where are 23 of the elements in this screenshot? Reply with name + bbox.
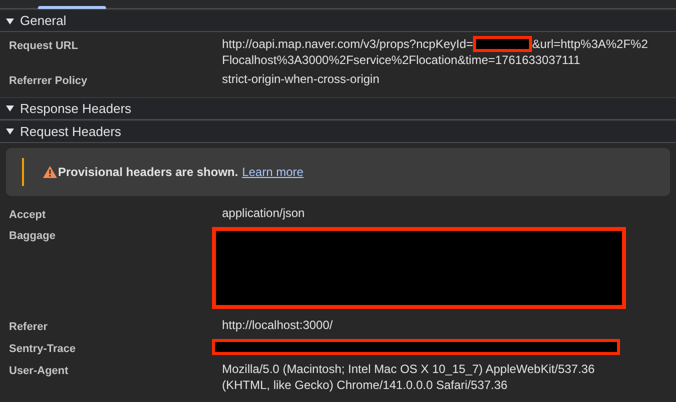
header-name: User-Agent (9, 364, 70, 378)
header-value: application/json (222, 204, 305, 220)
header-value: &url=http%3A%2F%2 (532, 36, 648, 52)
header-value: Mozilla/5.0 (Macintosh; Intel Mac OS X 10_15_7) AppleWebKit/537.36 (222, 360, 595, 376)
header-name: Referer (9, 320, 49, 335)
header-name: Accept (9, 208, 47, 222)
section-header[interactable]: General (0, 9, 676, 32)
tab-indicator (38, 6, 106, 9)
header-name: Referrer Policy (9, 74, 88, 89)
header-value: http://oapi.map.naver.com/v3/props?ncpKeyId= (222, 36, 474, 52)
redaction-box (473, 36, 532, 52)
header-value: Flocalhost%3A3000%2Fservice%2Flocation&time=1761633037111 (222, 52, 580, 68)
learn-more-link[interactable]: Learn more (242, 162, 304, 180)
header-name: Sentry-Trace (9, 342, 77, 356)
warning-message: Provisional headers are shown. (58, 164, 238, 180)
header-name: Baggage (9, 229, 56, 244)
header-value: (KHTML, like Gecko) Chrome/141.0.0.0 Safari/537.36 (222, 376, 508, 392)
header-name: Request URL (9, 39, 80, 54)
warning-icon (43, 166, 57, 178)
header-value: strict-origin-when-cross-origin (222, 71, 380, 87)
section-header[interactable]: Response Headers (0, 96, 676, 120)
header-value: http://localhost:3000/ (222, 317, 333, 333)
section-header[interactable]: Request Headers (0, 120, 676, 142)
